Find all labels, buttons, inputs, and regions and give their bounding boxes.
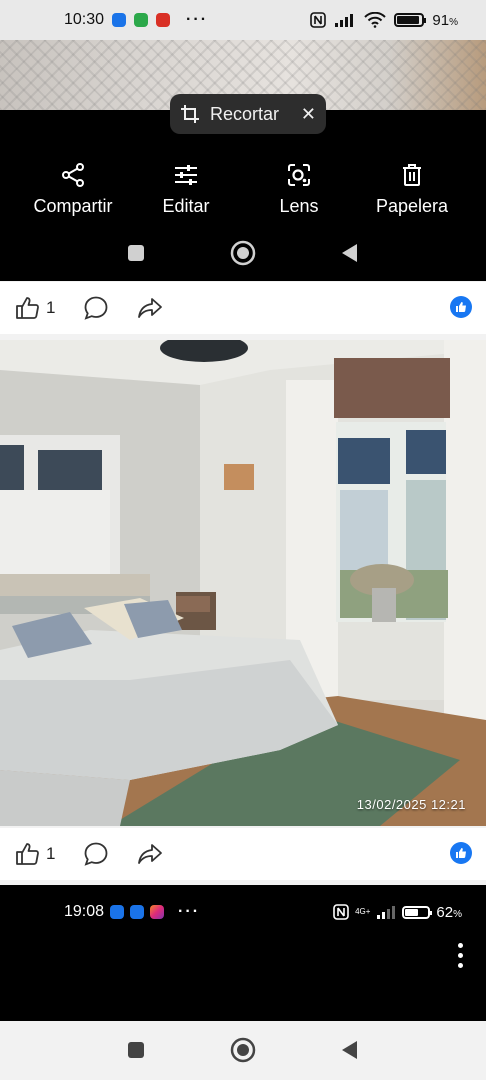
nfc-icon [333, 904, 349, 920]
share-button[interactable]: Compartir [28, 162, 118, 217]
triangle-back-icon [342, 244, 357, 262]
phone-notification-icon [110, 905, 125, 919]
share-icon [62, 163, 84, 187]
like-count: 1 [46, 298, 56, 317]
like-reaction-badge [450, 842, 472, 864]
signal-icon [335, 14, 354, 27]
back-button[interactable] [332, 1033, 366, 1067]
status-bar-left: 10:30 ··· [64, 11, 208, 29]
thumbs-up-icon [16, 297, 39, 319]
lens-button[interactable]: Lens [272, 162, 326, 217]
like-button[interactable]: 1 [14, 841, 55, 867]
trash-icon [403, 164, 421, 186]
embedded-status-right: 4G+ 62% [333, 903, 462, 921]
post-actions-row: 1 [0, 282, 486, 334]
like-count: 1 [46, 844, 56, 863]
share-arrow-icon [138, 844, 163, 864]
crop-icon [181, 105, 199, 123]
chat-notification-icon [130, 905, 145, 919]
thumbs-up-badge-icon [456, 302, 466, 312]
battery-percent: 62% [436, 903, 462, 921]
comment-button[interactable] [83, 295, 109, 321]
share-post-button[interactable] [137, 295, 163, 321]
inner-navigation-bar [0, 236, 486, 270]
bedroom-image [0, 340, 486, 826]
more-notifications-icon: ··· [178, 903, 201, 920]
comment-icon [85, 296, 108, 320]
signal-icon [377, 906, 396, 919]
triangle-back-icon [342, 1041, 357, 1059]
reaction-buttons: 1 [14, 295, 163, 321]
app-notification-icon [134, 13, 149, 27]
more-options-icon[interactable] [456, 943, 464, 968]
square-icon [128, 245, 144, 261]
status-bar: 10:30 ··· 91% [0, 0, 486, 40]
system-navigation-bar [0, 1021, 486, 1080]
edit-button[interactable]: Editar [156, 162, 216, 217]
lens-label: Lens [279, 196, 319, 216]
close-icon[interactable]: ✕ [301, 104, 316, 125]
wifi-icon [364, 12, 387, 28]
battery-icon [394, 13, 427, 27]
battery-percent: 91% [432, 11, 458, 29]
embedded-status-bar: 19:08 ··· 4G+ 62% [64, 903, 462, 921]
back-button[interactable] [332, 236, 366, 270]
pdf-notification-icon [156, 13, 171, 27]
like-button[interactable]: 1 [14, 295, 55, 321]
room-photo[interactable]: 13/02/2025 12:21 [0, 340, 486, 826]
instagram-notification-icon [150, 905, 165, 919]
reaction-buttons: 1 [14, 841, 163, 867]
nfc-icon [310, 12, 327, 28]
comment-button[interactable] [83, 841, 109, 867]
share-label: Compartir [33, 196, 113, 216]
edit-label: Editar [162, 196, 210, 216]
thumbs-up-icon [16, 843, 39, 865]
trash-button[interactable]: Papelera [372, 162, 452, 217]
square-icon [128, 1042, 144, 1058]
status-bar-right: 91% [310, 12, 458, 29]
sliders-icon [175, 165, 197, 185]
crop-label: Recortar [210, 103, 280, 124]
embedded-status-left: 19:08 ··· [64, 903, 200, 921]
home-button[interactable] [226, 236, 260, 270]
lens-icon [288, 164, 310, 186]
network-type: 4G+ [355, 907, 371, 916]
next-screenshot-preview[interactable]: 19:08 ··· 4G+ 62% [0, 885, 486, 1021]
share-arrow-icon [138, 298, 163, 318]
thumbs-up-badge-icon [456, 848, 466, 858]
trash-label: Papelera [375, 196, 449, 216]
share-post-button[interactable] [137, 841, 163, 867]
battery-icon [402, 905, 433, 919]
like-reaction-badge [450, 296, 472, 318]
recents-button[interactable] [119, 236, 153, 270]
post-actions-row: 1 [0, 828, 486, 880]
embedded-status-time: 19:08 [64, 903, 105, 920]
circle-icon [230, 1037, 256, 1063]
chat-notification-icon [112, 13, 127, 27]
circle-icon [230, 240, 256, 266]
crop-chip[interactable]: Recortar ✕ [170, 94, 326, 134]
comment-icon [85, 842, 108, 866]
home-button[interactable] [226, 1033, 260, 1067]
status-time: 10:30 [64, 11, 105, 28]
photo-timestamp: 13/02/2025 12:21 [356, 797, 466, 812]
more-notifications-icon: ··· [186, 11, 209, 28]
screen: 10:30 ··· 91% Recortar ✕ Compartir Edita… [0, 0, 486, 1080]
recents-button[interactable] [119, 1033, 153, 1067]
